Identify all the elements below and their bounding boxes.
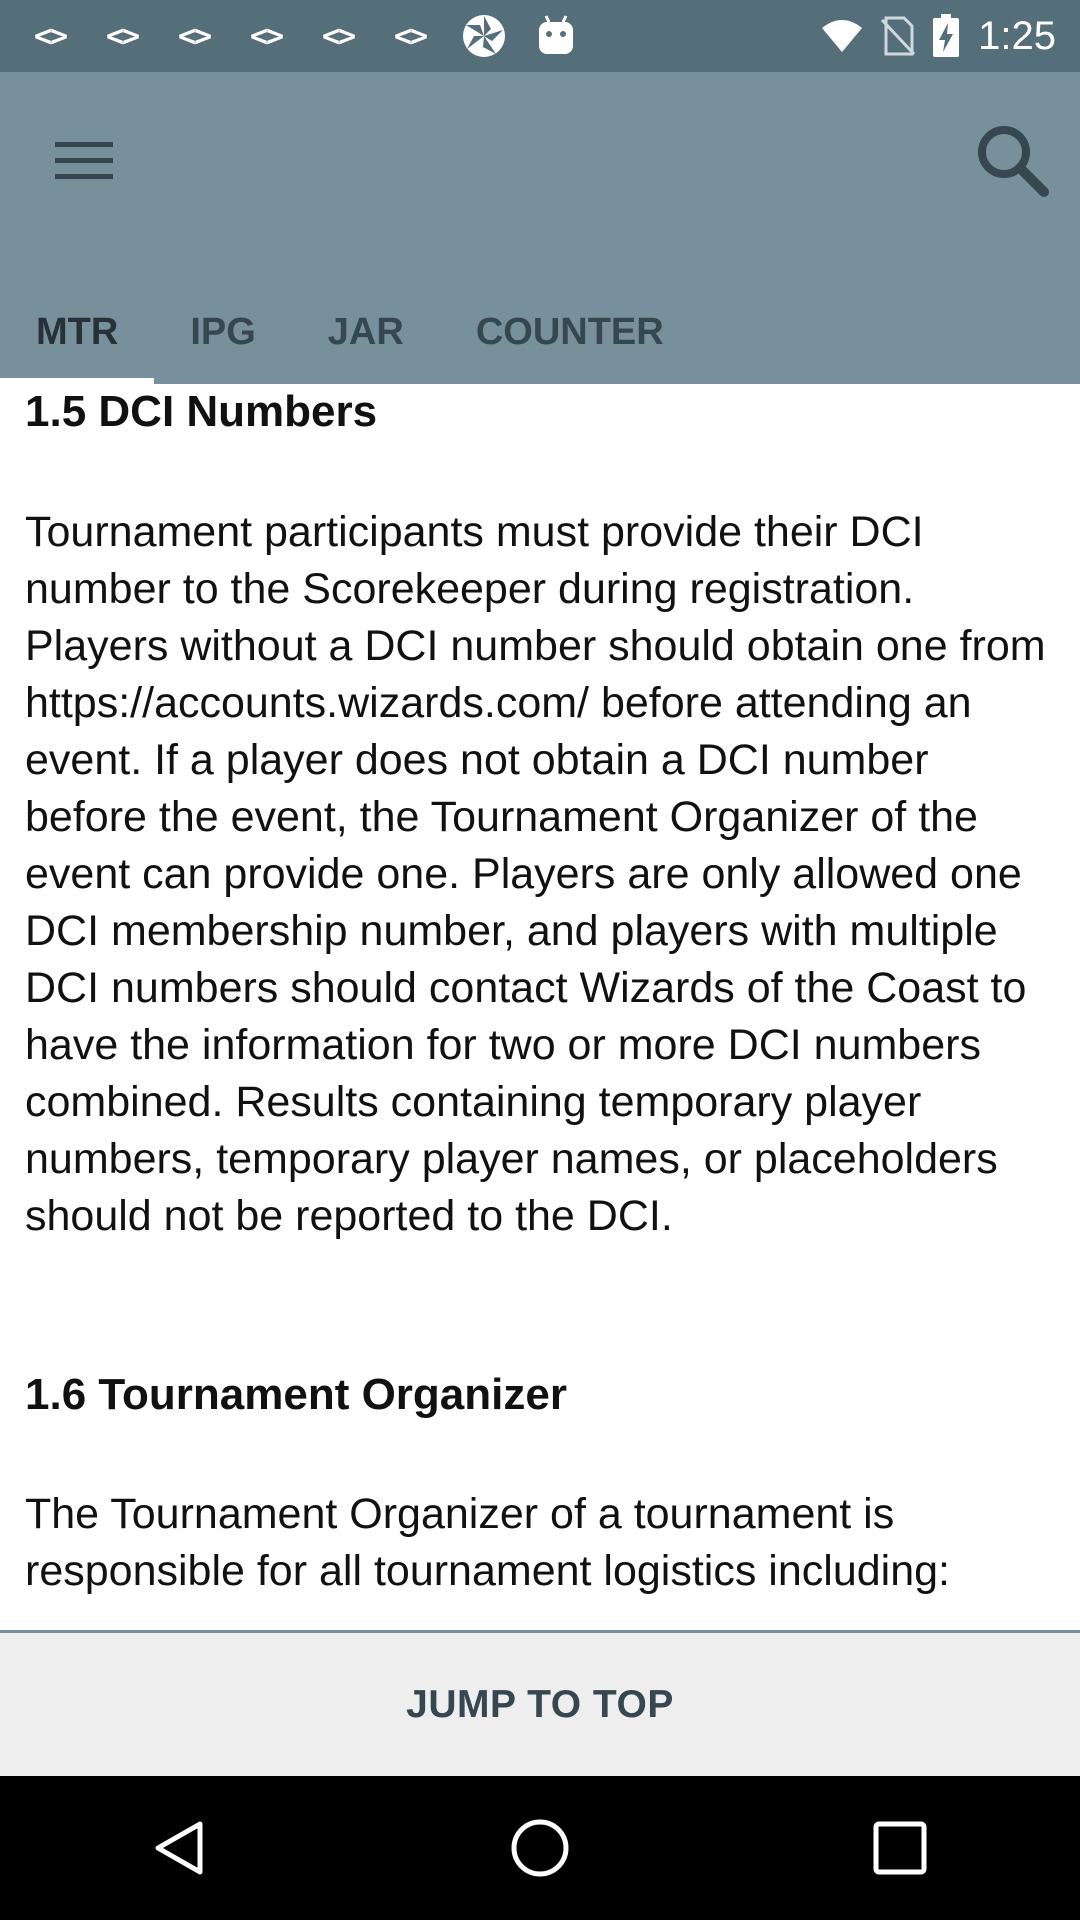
wifi-icon bbox=[820, 18, 864, 54]
hamburger-menu-icon bbox=[55, 142, 113, 179]
code-icon: <> bbox=[177, 18, 212, 54]
code-icon: <> bbox=[393, 18, 428, 54]
android-icon bbox=[532, 0, 580, 72]
back-button[interactable] bbox=[120, 1788, 240, 1908]
system-status-area: 1:25 bbox=[804, 0, 1056, 72]
battery-charging-icon bbox=[932, 14, 960, 58]
navigation-bar bbox=[0, 1776, 1080, 1920]
home-button[interactable] bbox=[480, 1788, 600, 1908]
home-circle-icon bbox=[511, 1819, 569, 1877]
app-bar: MTR IPG JAR COUNTER bbox=[0, 72, 1080, 384]
section-paragraph: Tournament participants must provide the… bbox=[25, 508, 1046, 1240]
section-paragraph: The Tournament Organizer of a tournament… bbox=[25, 1490, 950, 1595]
document-content[interactable]: 1.5 DCI Numbers Tournament participants … bbox=[0, 384, 1080, 1630]
pinwheel-icon bbox=[460, 0, 508, 72]
code-icon: <> bbox=[321, 18, 356, 54]
code-icon: <> bbox=[249, 18, 284, 54]
tab-jar[interactable]: JAR bbox=[292, 280, 440, 384]
tab-bar: MTR IPG JAR COUNTER bbox=[0, 280, 700, 384]
menu-button[interactable] bbox=[36, 112, 132, 208]
recents-button[interactable] bbox=[840, 1788, 960, 1908]
search-icon bbox=[978, 126, 1049, 197]
code-icon: <> bbox=[33, 18, 68, 54]
search-button[interactable] bbox=[964, 112, 1060, 208]
jump-to-top-bar: JUMP TO TOP bbox=[0, 1630, 1080, 1776]
tab-ipg[interactable]: IPG bbox=[154, 280, 291, 384]
clock: 1:25 bbox=[978, 13, 1056, 58]
section-heading: 1.6 Tournament Organizer bbox=[25, 1370, 567, 1419]
back-triangle-icon bbox=[155, 1821, 203, 1875]
no-sim-icon bbox=[880, 16, 916, 56]
code-icon: <> bbox=[105, 18, 140, 54]
status-bar: <> <> <> <> <> <> 1:25 bbox=[0, 0, 1080, 72]
jump-to-top-button[interactable]: JUMP TO TOP bbox=[406, 1683, 674, 1727]
tab-mtr[interactable]: MTR bbox=[0, 280, 155, 384]
tab-counter[interactable]: COUNTER bbox=[440, 280, 700, 384]
notification-area: <> <> <> <> <> <> bbox=[28, 0, 604, 72]
section-heading: 1.5 DCI Numbers bbox=[25, 387, 378, 436]
recents-square-icon bbox=[873, 1821, 927, 1875]
